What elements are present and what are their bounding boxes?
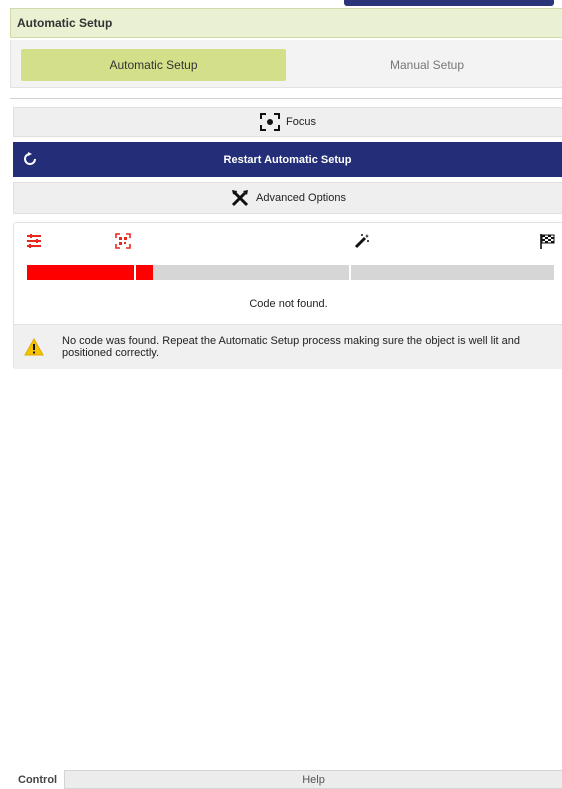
progress-bar	[27, 265, 554, 280]
page-title: Automatic Setup	[17, 16, 113, 30]
warning-message: No code was found. Repeat the Automatic …	[14, 324, 562, 369]
magic-wand-icon	[354, 233, 370, 249]
help-button[interactable]: Help	[64, 770, 562, 789]
warning-text: No code was found. Repeat the Automatic …	[62, 335, 520, 359]
tab-manual-setup[interactable]: Manual Setup	[291, 49, 562, 81]
focus-button[interactable]: Focus	[13, 107, 562, 137]
tab-automatic-setup[interactable]: Automatic Setup	[21, 49, 286, 81]
focus-label: Focus	[286, 116, 316, 128]
status-text: Code not found.	[249, 298, 328, 310]
footer: Control Help	[0, 770, 562, 789]
checkered-flag-icon	[539, 233, 555, 249]
progress-divider	[349, 265, 351, 280]
advanced-options-label: Advanced Options	[256, 192, 346, 204]
focus-icon	[260, 113, 281, 131]
advanced-options-button[interactable]: Advanced Options	[13, 182, 562, 214]
restart-automatic-setup-button[interactable]: Restart Automatic Setup	[13, 142, 562, 177]
panel-header: Automatic Setup	[10, 8, 562, 38]
tools-icon	[230, 189, 250, 207]
restart-label: Restart Automatic Setup	[223, 153, 352, 166]
restart-icon	[23, 152, 37, 166]
sliders-icon	[26, 233, 42, 249]
footer-label: Control	[18, 774, 58, 786]
top-strip	[344, 0, 554, 6]
qr-scan-icon	[115, 233, 131, 249]
tab-bar: Automatic Setup Manual Setup	[10, 40, 562, 88]
divider	[10, 98, 562, 99]
progress-panel: Code not found. No code was found. Repea…	[13, 222, 562, 369]
warning-icon	[24, 338, 44, 356]
progress-divider	[134, 265, 136, 280]
